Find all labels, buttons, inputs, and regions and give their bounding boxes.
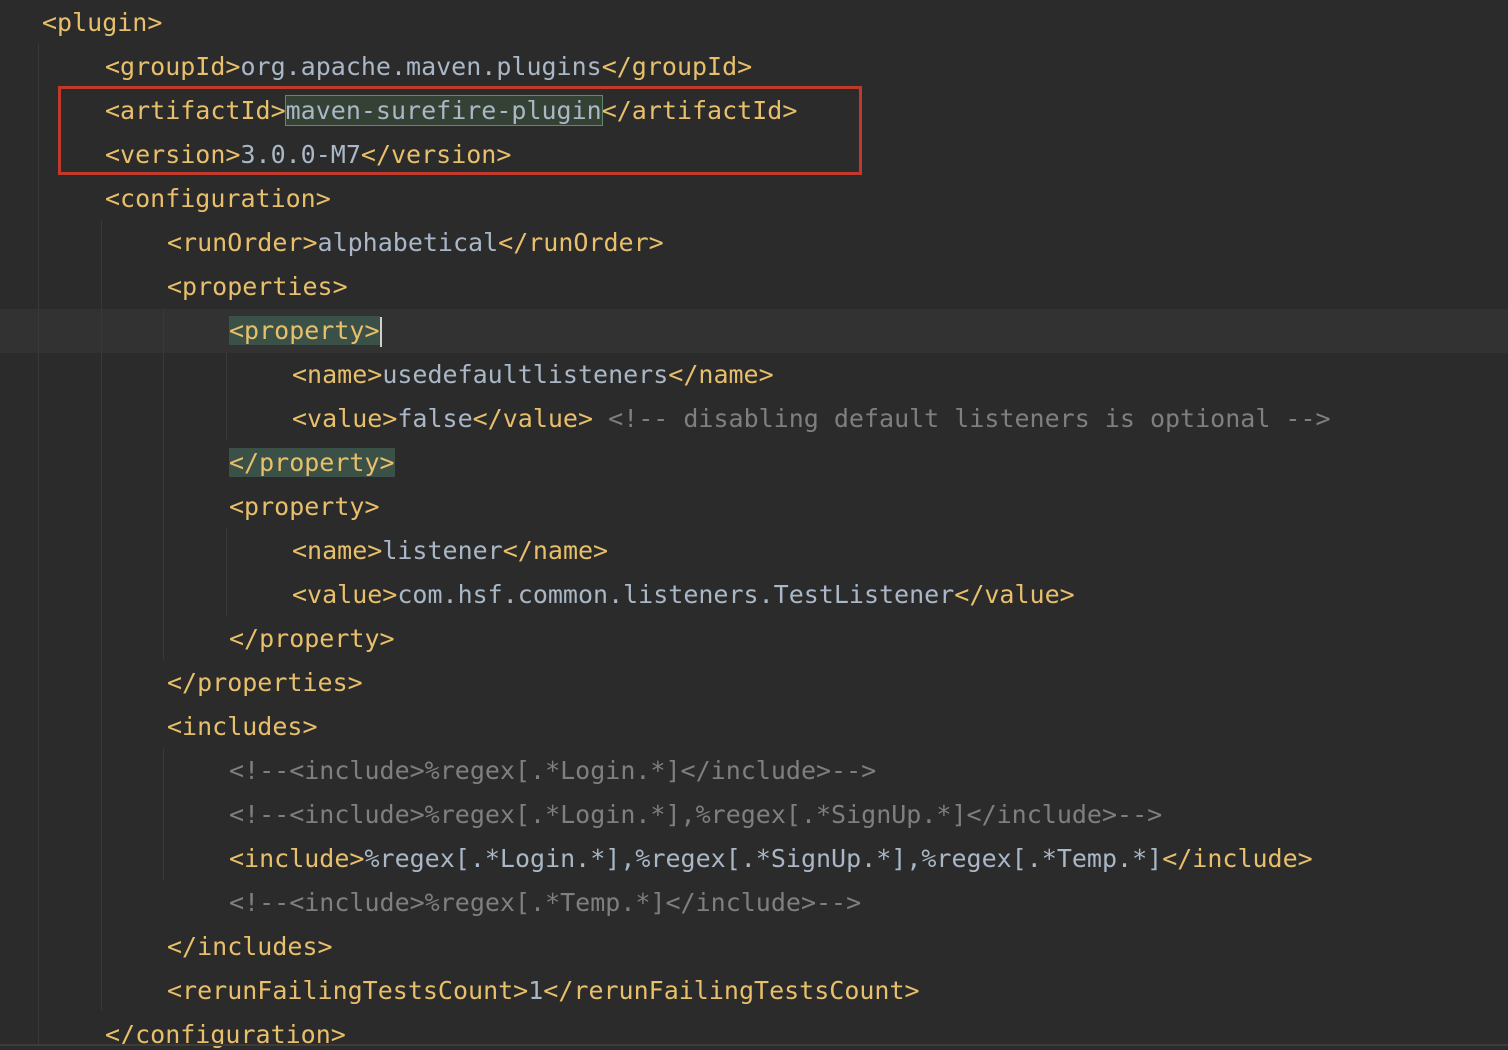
code-line[interactable]: <configuration> [0,177,1508,221]
xml-tag: </name> [668,360,774,389]
code-line[interactable]: <properties> [0,265,1508,309]
xml-value: maven-surefire-plugin [284,95,603,126]
xml-tag: <value> [292,580,398,609]
code-text: </property> [229,617,395,661]
xml-tag: </includes> [167,932,333,961]
editor-bottom-border [0,1044,1508,1046]
xml-value: org.apache.maven.plugins [240,52,602,81]
code-text: <plugin> [42,1,162,45]
code-text: <!--<include>%regex[.*Login.*]</include>… [229,749,876,793]
text-caret [379,317,382,347]
xml-comment: <!--<include>%regex[.*Login.*],%regex[.*… [229,800,1163,829]
xml-tag: </properties> [167,668,363,697]
xml-value: 3.0.0-M7 [240,140,361,169]
xml-comment: <!-- disabling default listeners is opti… [608,404,1331,433]
xml-tag: <configuration> [105,184,331,213]
xml-tag: <properties> [167,272,348,301]
indent-guide [226,352,227,440]
code-line[interactable]: </property> [0,617,1508,661]
xml-value [593,404,608,433]
code-text: <!--<include>%regex[.*Temp.*]</include>-… [229,881,861,925]
xml-value: %regex[.*Login.*],%regex[.*SignUp.*],%re… [364,844,1163,873]
code-line[interactable]: <!--<include>%regex[.*Login.*]</include>… [0,749,1508,793]
xml-tag: </value> [472,404,594,433]
code-text: </property> [229,441,395,485]
xml-tag: <groupId> [105,52,241,81]
xml-comment: <!--<include>%regex[.*Login.*]</include>… [229,756,877,785]
xml-tag: </include> [1162,844,1313,873]
code-text: <property> [229,309,382,353]
xml-tag: <property> [229,316,380,345]
code-line[interactable]: <rerunFailingTestsCount>1</rerunFailingT… [0,969,1508,1013]
xml-tag: </runOrder> [498,228,664,257]
xml-tag: <version> [105,140,241,169]
xml-value: alphabetical [317,228,499,257]
code-text: <artifactId>maven-surefire-plugin</artif… [105,89,797,133]
code-text: <!--<include>%regex[.*Login.*],%regex[.*… [229,793,1162,837]
code-text: <configuration> [105,177,331,221]
code-line[interactable]: <!--<include>%regex[.*Temp.*]</include>-… [0,881,1508,925]
code-text: <property> [229,485,380,529]
code-text: <groupId>org.apache.maven.plugins</group… [105,45,752,89]
xml-tag: <name> [292,536,383,565]
code-line[interactable]: </property> [0,441,1508,485]
indent-guide [163,308,164,660]
xml-value: false [397,404,473,433]
code-text: <properties> [167,265,348,309]
code-line[interactable]: </includes> [0,925,1508,969]
xml-tag: </name> [502,536,609,565]
code-line[interactable]: <plugin> [0,1,1508,45]
code-line[interactable]: <artifactId>maven-surefire-plugin</artif… [0,89,1508,133]
code-text: <name>listener</name> [292,529,608,573]
code-text: <rerunFailingTestsCount>1</rerunFailingT… [167,969,920,1013]
xml-value: listener [382,536,503,565]
code-line[interactable]: <property> [0,485,1508,529]
code-line[interactable]: <groupId>org.apache.maven.plugins</group… [0,45,1508,89]
code-line-current[interactable]: <property> [0,309,1508,353]
code-text: <include>%regex[.*Login.*],%regex[.*Sign… [229,837,1313,881]
xml-tag: </version> [360,140,512,169]
xml-tag: </artifactId> [601,96,798,125]
indent-guide [101,220,102,1010]
code-line[interactable]: </properties> [0,661,1508,705]
xml-tag: <includes> [167,712,318,741]
xml-value: usedefaultlisteners [382,360,669,389]
xml-tag: <include> [229,844,365,873]
code-text: <runOrder>alphabetical</runOrder> [167,221,664,265]
xml-value: com.hsf.common.listeners.TestListener [397,580,955,609]
xml-tag: </rerunFailingTestsCount> [543,976,920,1005]
xml-tag: <rerunFailingTestsCount> [167,976,529,1005]
code-editor[interactable]: <plugin> <groupId>org.apache.maven.plugin… [0,0,1508,1050]
xml-tag: <value> [292,404,398,433]
xml-tag: <plugin> [42,8,163,37]
xml-comment: <!--<include>%regex[.*Temp.*]</include>-… [229,888,862,917]
code-line[interactable]: <include>%regex[.*Login.*],%regex[.*Sign… [0,837,1508,881]
code-line[interactable]: <includes> [0,705,1508,749]
xml-tag: <name> [292,360,383,389]
code-line[interactable]: <version>3.0.0-M7</version> [0,133,1508,177]
code-text: <name>usedefaultlisteners</name> [292,353,774,397]
xml-tag: <runOrder> [167,228,318,257]
xml-tag: </groupId> [601,52,753,81]
code-text: <value>false</value> <!-- disabling defa… [292,397,1331,441]
code-text: <version>3.0.0-M7</version> [105,133,511,177]
code-text: <value>com.hsf.common.listeners.TestList… [292,573,1075,617]
xml-value: 1 [528,976,544,1005]
indent-guide [38,44,39,1044]
xml-tag: <artifactId> [105,96,286,125]
xml-tag: </property> [229,624,395,653]
code-text: </properties> [167,661,363,705]
code-text: </includes> [167,925,333,969]
xml-tag: <property> [229,492,380,521]
code-text: <includes> [167,705,318,749]
code-line[interactable]: <!--<include>%regex[.*Login.*],%regex[.*… [0,793,1508,837]
indent-guide [226,528,227,616]
code-line[interactable]: <runOrder>alphabetical</runOrder> [0,221,1508,265]
xml-tag: </value> [954,580,1075,609]
indent-guide [163,748,164,880]
xml-tag: </property> [229,448,395,477]
